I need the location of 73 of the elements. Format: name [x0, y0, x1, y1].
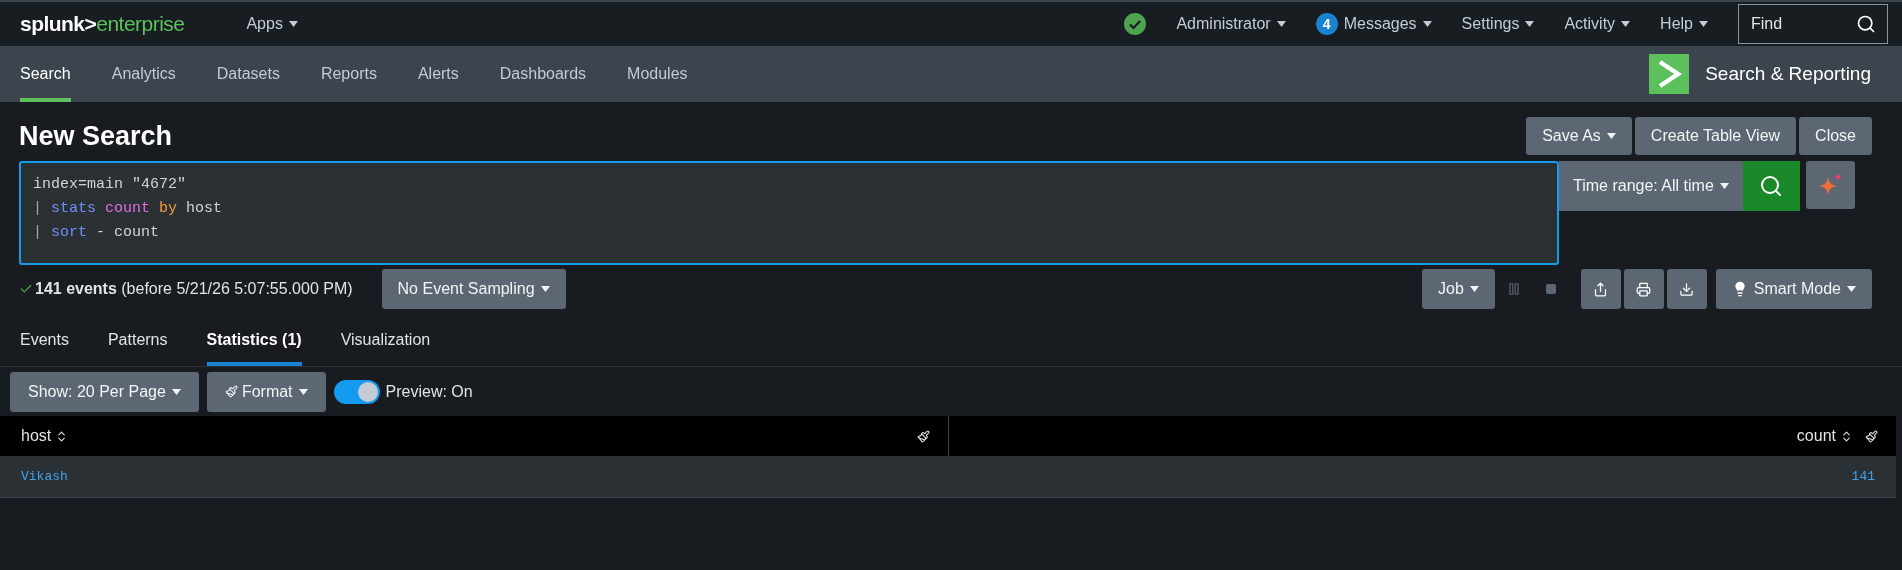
caret-icon: [298, 388, 308, 395]
caret-icon: [540, 286, 550, 292]
ai-assistant-button[interactable]: [1805, 161, 1855, 209]
print-button[interactable]: [1623, 269, 1664, 309]
app-nav-tab[interactable]: Reports: [320, 46, 377, 102]
preview-label: Preview: On: [385, 381, 473, 402]
search-icon[interactable]: [1856, 14, 1876, 34]
caret-icon: [1847, 286, 1856, 292]
column-format-icon[interactable]: [1865, 429, 1878, 443]
top-menu[interactable]: 4 Messages: [1315, 12, 1432, 36]
printer-icon: [1636, 281, 1652, 297]
done-check-icon: [19, 282, 33, 296]
search-query-field[interactable]: index=main "4672" | stats count by host | sort - count: [19, 161, 1559, 265]
find-field[interactable]: Find: [1738, 4, 1888, 44]
format-dropdown[interactable]: Format: [206, 371, 326, 412]
time-range-picker[interactable]: Time range: All time: [1559, 161, 1743, 211]
job-menu[interactable]: Job: [1422, 269, 1495, 309]
preview-toggle[interactable]: [333, 379, 380, 404]
caret-icon: [1621, 21, 1631, 27]
query-line: index=main "4672": [33, 175, 188, 195]
page-size-dropdown[interactable]: Show: 20 Per Page: [10, 371, 199, 412]
caret-icon: [1469, 286, 1479, 292]
results-tab[interactable]: Patterns: [107, 317, 168, 366]
share-button[interactable]: [1580, 269, 1621, 309]
share-icon: [1593, 281, 1609, 297]
search-button[interactable]: [1742, 161, 1800, 211]
status-ok-icon[interactable]: [1124, 13, 1147, 35]
results-tab[interactable]: Visualization: [340, 317, 431, 366]
sort-icon: [1840, 429, 1853, 443]
table-cell[interactable]: Vikash: [21, 466, 68, 487]
query-line: | stats count by host: [33, 199, 224, 219]
app-nav-tab[interactable]: Datasets: [216, 46, 280, 102]
column-format-icon[interactable]: [916, 429, 930, 443]
caret-icon: [1276, 21, 1286, 27]
brush-icon: [224, 385, 238, 398]
app-logo-icon: [1649, 54, 1690, 94]
app-nav-tab[interactable]: Analytics: [111, 46, 176, 102]
results-tab[interactable]: Statistics (1): [206, 317, 302, 366]
action-button[interactable]: Close: [1799, 117, 1872, 155]
action-button[interactable]: Create Table View: [1634, 117, 1797, 155]
results-tab[interactable]: Events: [20, 317, 69, 366]
top-menu[interactable]: Activity: [1564, 12, 1631, 36]
caret-icon: [288, 21, 298, 27]
search-mode-menu[interactable]: Smart Mode: [1715, 269, 1872, 309]
app-name: Search & Reporting: [1705, 61, 1871, 86]
action-button[interactable]: Save As: [1526, 117, 1632, 155]
app-nav-tab[interactable]: Search: [20, 46, 71, 102]
result-summary: 141 events (before 5/21/26 5:07:55.000 PM): [35, 279, 353, 299]
page-title: New Search: [19, 119, 173, 153]
column-header[interactable]: count: [1796, 424, 1853, 448]
app-nav-tab[interactable]: Dashboards: [499, 46, 587, 102]
download-icon: [1679, 281, 1695, 297]
app-nav-tab[interactable]: Alerts: [417, 46, 459, 102]
caret-icon: [1422, 21, 1432, 27]
export-button[interactable]: [1666, 269, 1707, 309]
top-menu[interactable]: Settings: [1461, 12, 1535, 36]
table-cell-text: 141: [1851, 467, 1875, 486]
apps-menu[interactable]: Apps: [246, 12, 298, 36]
caret-icon: [1606, 133, 1616, 139]
column-header[interactable]: host: [21, 424, 69, 448]
app-nav-tab[interactable]: Modules: [627, 46, 688, 102]
splunk-logo[interactable]: splunk>enterprise: [20, 8, 185, 40]
event-sampling-dropdown[interactable]: No Event Sampling: [381, 269, 566, 309]
caret-icon: [1525, 21, 1535, 27]
caret-icon: [1719, 183, 1729, 189]
search-icon: [1759, 174, 1784, 198]
caret-icon: [171, 388, 181, 395]
top-menu[interactable]: Administrator: [1176, 12, 1286, 36]
query-line: | sort - count: [33, 223, 161, 243]
top-menu[interactable]: Help: [1660, 12, 1708, 36]
stop-icon[interactable]: [1544, 283, 1557, 295]
message-count-badge: 4: [1315, 13, 1338, 35]
caret-icon: [1699, 21, 1708, 27]
